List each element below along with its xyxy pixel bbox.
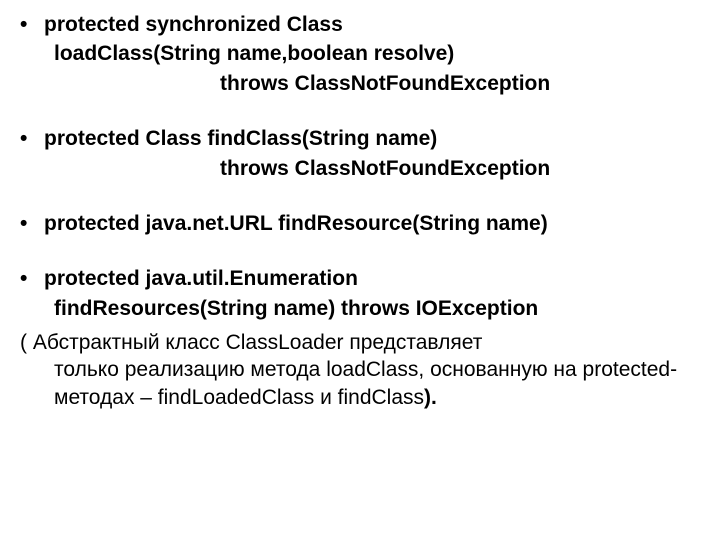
method-line: findResources(String name) throws IOExce…: [20, 294, 700, 323]
list-item: • protected java.net.URL findResource(St…: [20, 209, 700, 238]
method-line: throws ClassNotFoundException: [20, 69, 700, 98]
method-line: throws ClassNotFoundException: [20, 154, 700, 183]
list-item: • protected java.util.Enumeration findRe…: [20, 264, 700, 323]
paragraph-line: только реализацию метода loadClass, осно…: [54, 358, 677, 408]
paragraph: ( Абстрактный класс ClassLoader представ…: [20, 329, 700, 411]
paragraph-line: ( Абстрактный класс ClassLoader представ…: [20, 329, 700, 356]
list-item: • protected synchronized Class loadClass…: [20, 10, 700, 98]
bullet-icon: •: [20, 10, 44, 39]
list-item: • protected Class findClass(String name)…: [20, 124, 700, 183]
method-line: protected java.net.URL findResource(Stri…: [44, 209, 700, 238]
bullet-icon: •: [20, 124, 44, 153]
method-line: protected java.util.Enumeration: [44, 264, 700, 293]
bullet-icon: •: [20, 264, 44, 293]
method-line: protected synchronized Class: [44, 10, 700, 39]
bullet-icon: •: [20, 209, 44, 238]
method-line: protected Class findClass(String name): [44, 124, 700, 153]
paragraph-end: ).: [424, 386, 437, 409]
method-line: loadClass(String name,boolean resolve): [20, 39, 700, 68]
